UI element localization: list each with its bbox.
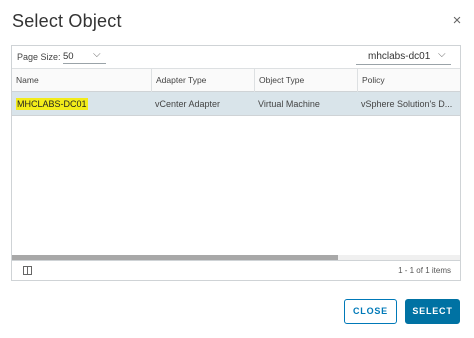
page-size-value: 50 xyxy=(63,51,74,62)
name-highlight: MHCLABS-DC01 xyxy=(16,98,88,110)
chevron-down-icon: ⌵ xyxy=(93,49,101,60)
column-toggle-icon[interactable] xyxy=(23,266,32,275)
grid-toolbar: Page Size: 50 ⌵ mhclabs-dc01 ⌵ xyxy=(12,46,460,68)
cell-object-type: Virtual Machine xyxy=(258,99,320,109)
item-count: 1 - 1 of 1 items xyxy=(398,266,451,275)
close-icon[interactable]: × xyxy=(449,12,465,30)
page-size-select[interactable]: 50 ⌵ xyxy=(63,49,106,64)
page-size-label: Page Size: xyxy=(17,52,61,62)
cell-name: MHCLABS-DC01 xyxy=(12,92,151,116)
object-datagrid: Page Size: 50 ⌵ mhclabs-dc01 ⌵ Name Adap… xyxy=(11,45,461,281)
dialog-title: Select Object xyxy=(12,11,122,31)
cell-policy: vSphere Solution's D... xyxy=(361,99,453,109)
column-header-name[interactable]: Name xyxy=(12,69,151,92)
close-button[interactable]: CLOSE xyxy=(344,299,397,324)
object-filter-value: mhclabs-dc01 xyxy=(368,51,431,62)
table-row[interactable]: MHCLABS-DC01 vCenter Adapter Virtual Mac… xyxy=(12,92,460,116)
column-header-policy[interactable]: Policy xyxy=(357,69,460,92)
table-header-row: Name Adapter Type Object Type Policy xyxy=(12,68,460,92)
column-header-adapter-type[interactable]: Adapter Type xyxy=(151,69,254,92)
cell-adapter-type: vCenter Adapter xyxy=(155,99,221,109)
object-filter-select[interactable]: mhclabs-dc01 ⌵ xyxy=(356,49,451,65)
grid-footer: 1 - 1 of 1 items xyxy=(12,260,460,280)
column-header-object-type[interactable]: Object Type xyxy=(254,69,357,92)
chevron-down-icon: ⌵ xyxy=(438,49,446,60)
select-button[interactable]: SELECT xyxy=(405,299,460,324)
